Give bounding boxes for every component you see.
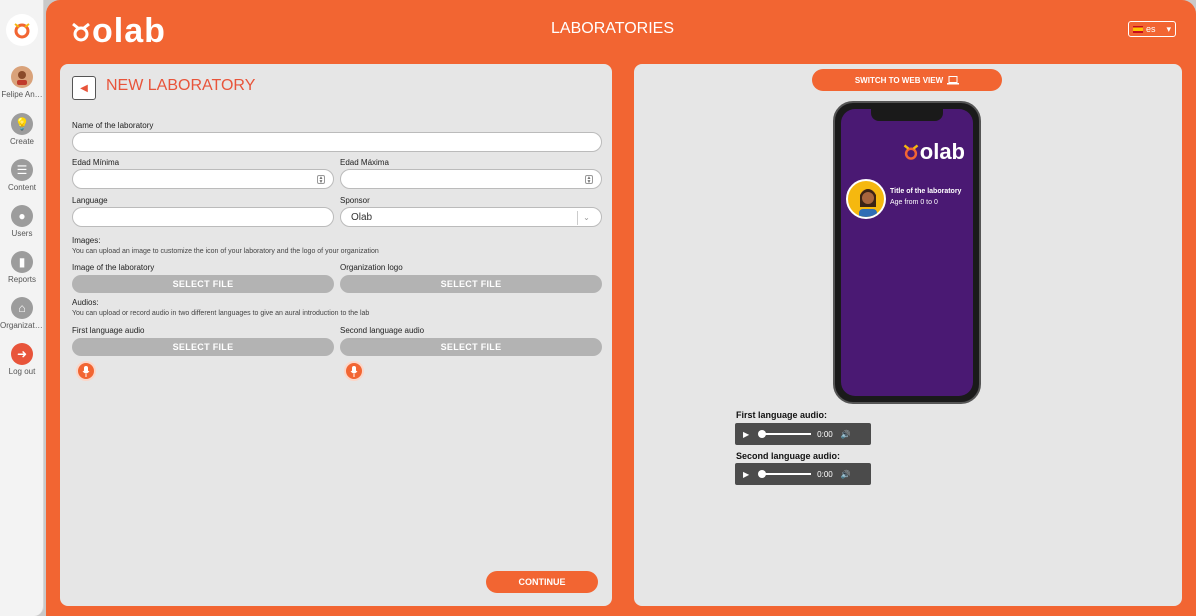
sidebar-item-users[interactable]: ● Users bbox=[0, 205, 44, 238]
org-logo-label: Organization logo bbox=[340, 263, 403, 272]
sidebar-item-create[interactable]: 💡 Create bbox=[0, 113, 44, 146]
sponsor-value: Olab bbox=[351, 211, 373, 223]
logout-icon: ➜ bbox=[11, 343, 33, 365]
first-audio-player[interactable]: ▶ 0:00 🔊 bbox=[735, 423, 871, 445]
sidebar-item-label: Felipe An… bbox=[1, 90, 43, 99]
play-icon[interactable]: ▶ bbox=[743, 430, 749, 439]
phone-brand-name: olab bbox=[919, 139, 965, 164]
language-input[interactable] bbox=[72, 207, 334, 227]
slider-knob[interactable] bbox=[758, 470, 767, 478]
audios-label: Audios: bbox=[72, 298, 99, 307]
user-avatar-icon bbox=[11, 66, 33, 88]
laboratory-age-preview: Age from 0 to 0 bbox=[890, 199, 938, 206]
sidebar-item-label: Users bbox=[11, 229, 33, 238]
language-label: Language bbox=[72, 196, 108, 205]
max-age-input[interactable]: ▲ ▼ bbox=[340, 169, 602, 189]
first-audio-label: First language audio bbox=[72, 326, 145, 335]
name-label: Name of the laboratory bbox=[72, 121, 154, 130]
laboratory-title-preview: Title of the laboratory bbox=[890, 188, 962, 195]
sidebar-item-label: Organizati… bbox=[0, 321, 44, 330]
bank-icon: ⌂ bbox=[11, 297, 33, 319]
sidebar-item-label: Log out bbox=[8, 367, 36, 376]
second-audio-preview-label: Second language audio: bbox=[736, 451, 841, 461]
new-laboratory-panel: ◀ NEW LABORATORY Name of the laboratory … bbox=[58, 62, 614, 608]
language-value: es bbox=[1146, 24, 1156, 34]
microphone-icon bbox=[82, 365, 90, 377]
sponsor-select[interactable]: Olab ⌄ bbox=[340, 207, 602, 227]
form-title: NEW LABORATORY bbox=[106, 77, 256, 94]
record-second-audio-button[interactable] bbox=[344, 361, 364, 381]
audio-progress-slider[interactable] bbox=[758, 430, 812, 438]
sidebar-item-content[interactable]: ☰ Content bbox=[0, 159, 44, 192]
caret-left-icon: ◀ bbox=[80, 82, 88, 94]
spain-flag-icon bbox=[1133, 25, 1143, 33]
main-area: olab LABORATORIES es ▾ ◀ NEW LABORATORY … bbox=[46, 0, 1196, 616]
second-audio-label: Second language audio bbox=[340, 326, 425, 335]
first-audio-preview-label: First language audio: bbox=[736, 410, 828, 420]
name-input[interactable] bbox=[72, 132, 602, 152]
sidebar-item-profile[interactable]: Felipe An… bbox=[0, 66, 44, 99]
sidebar-item-label: Content bbox=[7, 183, 37, 192]
sidebar-item-organization[interactable]: ⌂ Organizati… bbox=[0, 297, 44, 330]
page-title: LABORATORIES bbox=[551, 20, 674, 37]
org-logo-select-file-button[interactable]: SELECT FILE bbox=[340, 275, 602, 293]
phone-brand-logo: olab bbox=[902, 139, 965, 165]
language-select[interactable]: es ▾ bbox=[1128, 21, 1176, 37]
images-label: Images: bbox=[72, 236, 101, 245]
phone-screen: olab Title of the laboratory Age from 0 … bbox=[841, 109, 973, 396]
laptop-icon bbox=[947, 75, 960, 84]
sponsor-label: Sponsor bbox=[340, 196, 370, 205]
back-button[interactable]: ◀ bbox=[72, 76, 96, 100]
images-help: You can upload an image to customize the… bbox=[72, 248, 379, 255]
lab-image-select-file-button[interactable]: SELECT FILE bbox=[72, 275, 334, 293]
lightbulb-icon: 💡 bbox=[11, 113, 33, 135]
stepper-icon[interactable]: ▲ ▼ bbox=[317, 175, 325, 185]
phone-notch bbox=[871, 109, 943, 121]
min-age-input[interactable]: ▲ ▼ bbox=[72, 169, 334, 189]
first-audio-select-file-button[interactable]: SELECT FILE bbox=[72, 338, 334, 356]
list-icon: ☰ bbox=[11, 159, 33, 181]
switch-label: SWITCH TO WEB VIEW bbox=[854, 75, 944, 85]
bar-chart-icon: ▮ bbox=[11, 251, 33, 273]
sidebar-item-reports[interactable]: ▮ Reports bbox=[0, 251, 44, 284]
audios-help: You can upload or record audio in two di… bbox=[72, 310, 370, 317]
caret-down-icon: ▾ bbox=[1166, 23, 1171, 34]
lab-image-label: Image of the laboratory bbox=[72, 263, 155, 272]
sidebar-item-label: Create bbox=[9, 137, 34, 146]
second-audio-player[interactable]: ▶ 0:00 🔊 bbox=[735, 463, 871, 485]
app-logo-icon[interactable] bbox=[6, 14, 38, 46]
phone-preview: olab Title of the laboratory Age from 0 … bbox=[833, 101, 981, 404]
stepper-icon[interactable]: ▲ ▼ bbox=[585, 175, 593, 185]
chevron-down-icon: ⌄ bbox=[577, 211, 595, 225]
audio-progress-slider[interactable] bbox=[758, 470, 812, 478]
sidebar: Felipe An… 💡 Create ☰ Content ● Users ▮ … bbox=[0, 0, 44, 616]
play-icon[interactable]: ▶ bbox=[743, 470, 749, 479]
audio-time: 0:00 bbox=[817, 469, 833, 479]
switch-to-web-view-button[interactable]: SWITCH TO WEB VIEW bbox=[812, 69, 1002, 91]
slider-knob[interactable] bbox=[758, 430, 767, 438]
record-first-audio-button[interactable] bbox=[76, 361, 96, 381]
second-audio-select-file-button[interactable]: SELECT FILE bbox=[340, 338, 602, 356]
person-icon: ● bbox=[11, 205, 33, 227]
preview-panel: SWITCH TO WEB VIEW olab Title of the lab… bbox=[632, 62, 1184, 608]
audio-time: 0:00 bbox=[817, 429, 833, 439]
sidebar-item-label: Reports bbox=[7, 275, 36, 284]
laboratory-avatar bbox=[846, 179, 886, 219]
volume-icon[interactable]: 🔊 bbox=[841, 430, 851, 439]
continue-button[interactable]: CONTINUE bbox=[486, 571, 598, 593]
brand-mark-icon bbox=[903, 144, 919, 160]
volume-icon[interactable]: 🔊 bbox=[841, 470, 851, 479]
sidebar-item-logout[interactable]: ➜ Log out bbox=[0, 343, 44, 376]
microphone-icon bbox=[350, 365, 358, 377]
min-age-label: Edad Mínima bbox=[72, 158, 120, 167]
max-age-label: Edad Máxima bbox=[340, 158, 389, 167]
